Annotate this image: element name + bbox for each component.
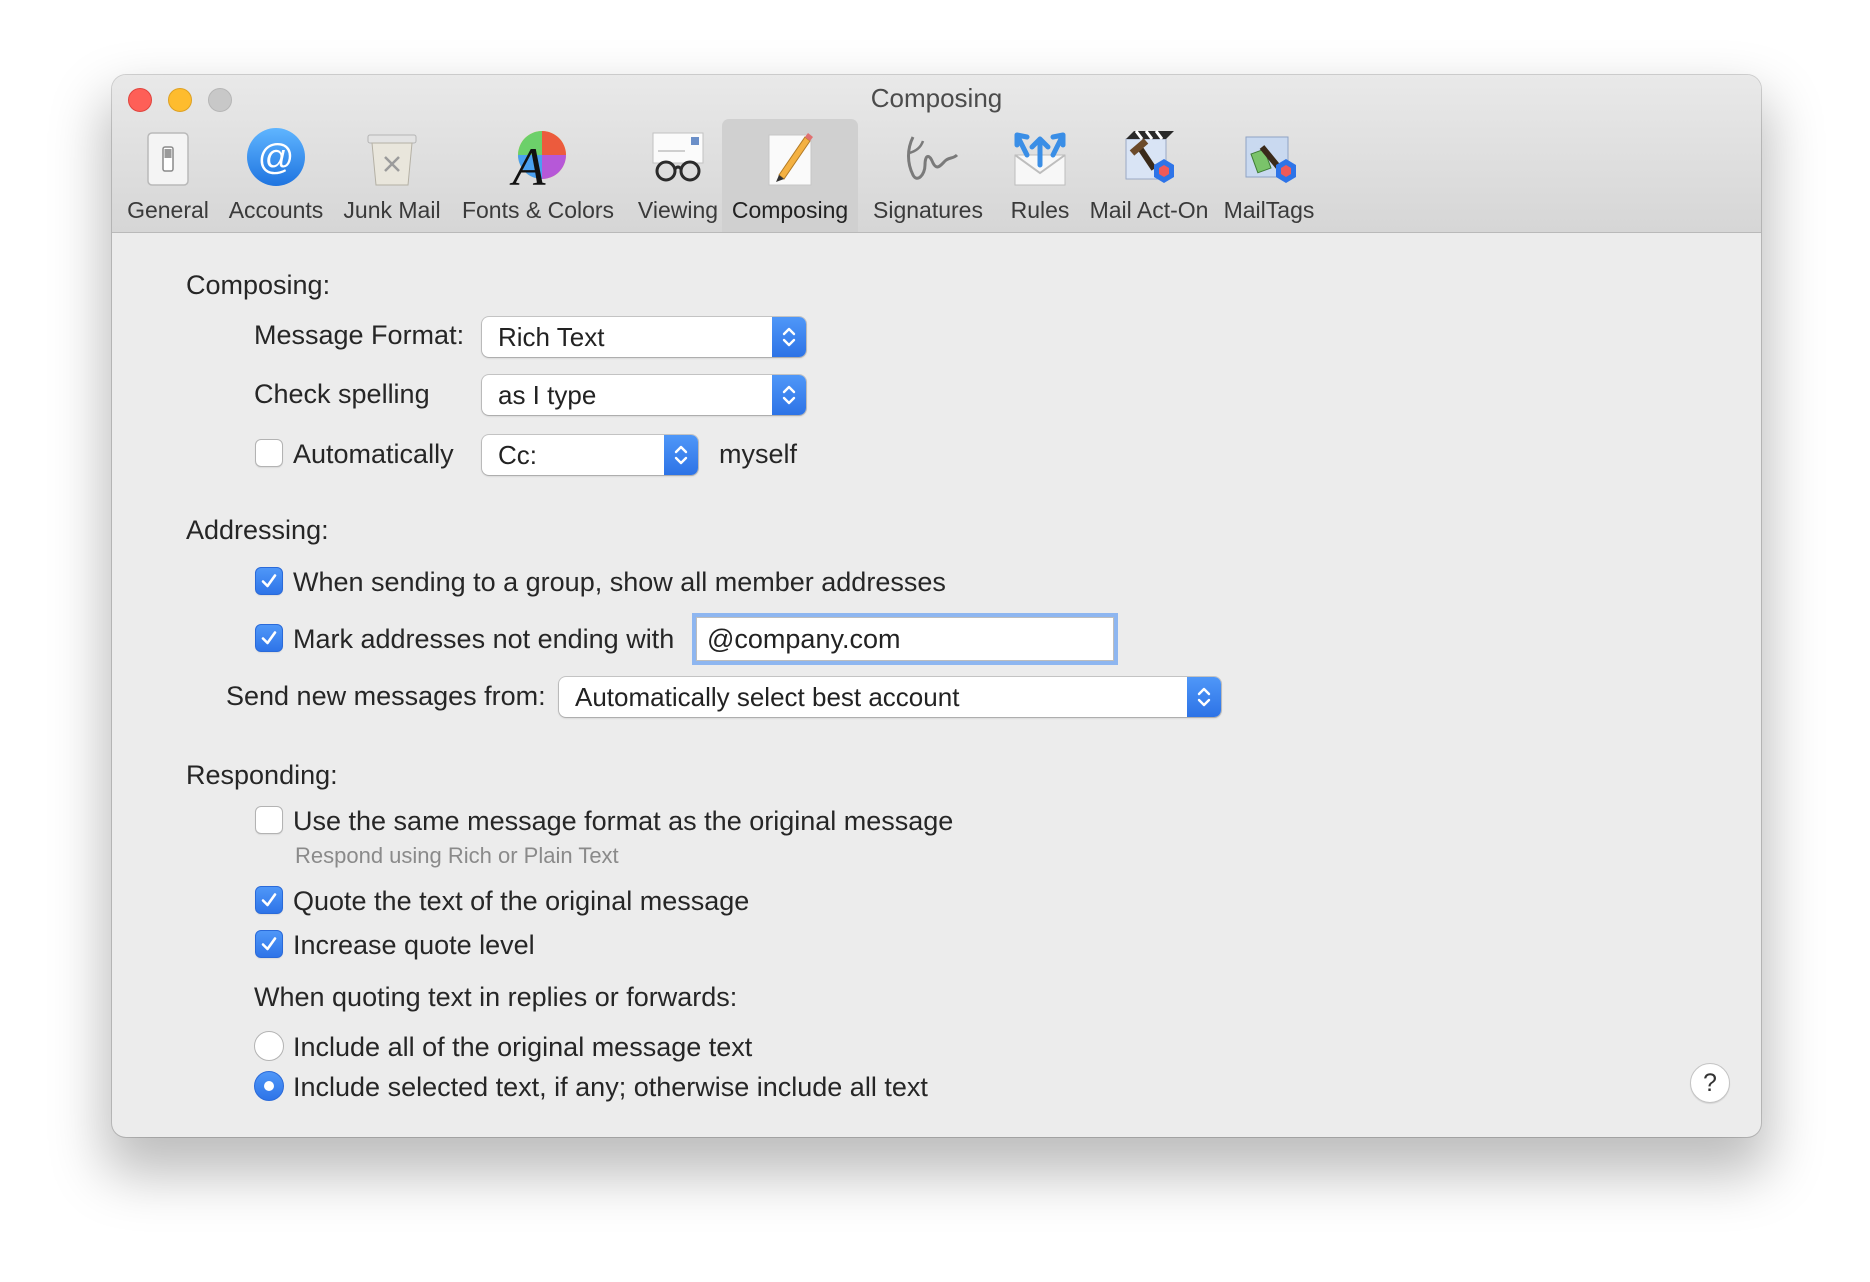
toolbar-item-signatures[interactable]: Signatures (860, 119, 996, 232)
quoting-heading: When quoting text in replies or forwards… (254, 982, 738, 1012)
svg-text:A: A (510, 137, 547, 191)
glasses-icon (645, 125, 711, 191)
preferences-window: Composing General @ Accounts Junk Mail A… (112, 75, 1761, 1137)
toolbar-label: Accounts (228, 197, 324, 223)
popup-stepper-icon (772, 375, 806, 415)
same-format-label: Use the same message format as the origi… (293, 806, 954, 836)
same-format-hint: Respond using Rich or Plain Text (295, 843, 619, 868)
toolbar-item-accounts[interactable]: @ Accounts (220, 119, 332, 232)
window-title: Composing (870, 83, 1003, 113)
titlebar: Composing General @ Accounts Junk Mail A… (112, 75, 1761, 233)
svg-text:@: @ (258, 136, 295, 177)
myself-label: myself (719, 439, 798, 469)
toolbar-label: Junk Mail (343, 197, 441, 223)
increase-quote-checkbox[interactable] (255, 930, 283, 958)
toolbar-label: Viewing (637, 197, 719, 223)
toolbar-item-mailtags[interactable]: MailTags (1208, 119, 1330, 232)
quote-text-label: Quote the text of the original message (293, 886, 750, 916)
include-all-radio[interactable] (254, 1031, 284, 1061)
check-spelling-value: as I type (498, 380, 597, 410)
toolbar-label: Mail Act-On (1089, 197, 1209, 223)
show-group-members-label: When sending to a group, show all member… (293, 567, 946, 597)
signature-icon (895, 125, 961, 191)
toolbar-item-junk-mail[interactable]: Junk Mail (336, 119, 448, 232)
message-format-value: Rich Text (498, 322, 605, 352)
message-format-label: Message Format: (254, 320, 465, 350)
automatically-label: Automatically (293, 439, 454, 469)
cc-bcc-popup[interactable]: Cc: (482, 435, 698, 475)
mark-addresses-checkbox[interactable] (255, 624, 283, 652)
general-switch-icon (135, 125, 201, 191)
preferences-toolbar: General @ Accounts Junk Mail A Fonts & C… (112, 119, 1761, 232)
help-button[interactable]: ? (1690, 1063, 1730, 1103)
include-all-label: Include all of the original message text (293, 1032, 753, 1062)
quote-text-checkbox[interactable] (255, 886, 283, 914)
send-from-label: Send new messages from: (226, 681, 546, 711)
popup-stepper-icon (772, 317, 806, 357)
at-sign-icon: @ (243, 125, 309, 191)
addressing-heading: Addressing: (186, 515, 329, 545)
same-format-checkbox[interactable] (255, 806, 283, 834)
check-spelling-label: Check spelling (254, 379, 430, 409)
message-format-popup[interactable]: Rich Text (482, 317, 806, 357)
include-selected-label: Include selected text, if any; otherwise… (293, 1072, 928, 1102)
checkmark-icon (261, 631, 277, 645)
junk-trash-icon (359, 125, 425, 191)
show-group-members-checkbox[interactable] (255, 567, 283, 595)
mailtags-icon (1236, 125, 1302, 191)
composing-heading: Composing: (186, 270, 331, 300)
toolbar-label: Fonts & Colors (461, 197, 615, 223)
rules-envelope-icon (1007, 125, 1073, 191)
send-from-value: Automatically select best account (575, 682, 960, 712)
toolbar-label: Composing (731, 197, 849, 223)
check-spelling-popup[interactable]: as I type (482, 375, 806, 415)
toolbar-label: Signatures (873, 197, 983, 223)
toolbar-item-viewing[interactable]: Viewing (622, 119, 734, 232)
mark-addresses-label: Mark addresses not ending with (293, 624, 675, 654)
cc-value: Cc: (498, 440, 537, 470)
company-domain-input[interactable] (697, 618, 1113, 660)
checkmark-icon (261, 937, 277, 951)
company-domain-field[interactable] (696, 617, 1114, 661)
mail-act-on-icon (1116, 125, 1182, 191)
toolbar-label: General (127, 197, 209, 223)
toolbar-item-mail-act-on[interactable]: Mail Act-On (1072, 119, 1226, 232)
responding-heading: Responding: (186, 760, 338, 790)
popup-stepper-icon (1187, 677, 1221, 717)
toolbar-item-fonts-colors[interactable]: A Fonts & Colors (452, 119, 624, 232)
automatically-checkbox[interactable] (255, 439, 283, 467)
checkmark-icon (261, 574, 277, 588)
popup-stepper-icon (664, 435, 698, 475)
checkmark-icon (261, 893, 277, 907)
font-color-wheel-icon: A (505, 125, 571, 191)
increase-quote-label: Increase quote level (293, 930, 535, 960)
include-selected-radio[interactable] (254, 1071, 284, 1101)
send-from-popup[interactable]: Automatically select best account (559, 677, 1221, 717)
pencil-paper-icon (757, 125, 823, 191)
toolbar-label: MailTags (1223, 197, 1315, 223)
toolbar-item-general[interactable]: General (112, 119, 224, 232)
toolbar-item-composing[interactable]: Composing (722, 119, 858, 232)
